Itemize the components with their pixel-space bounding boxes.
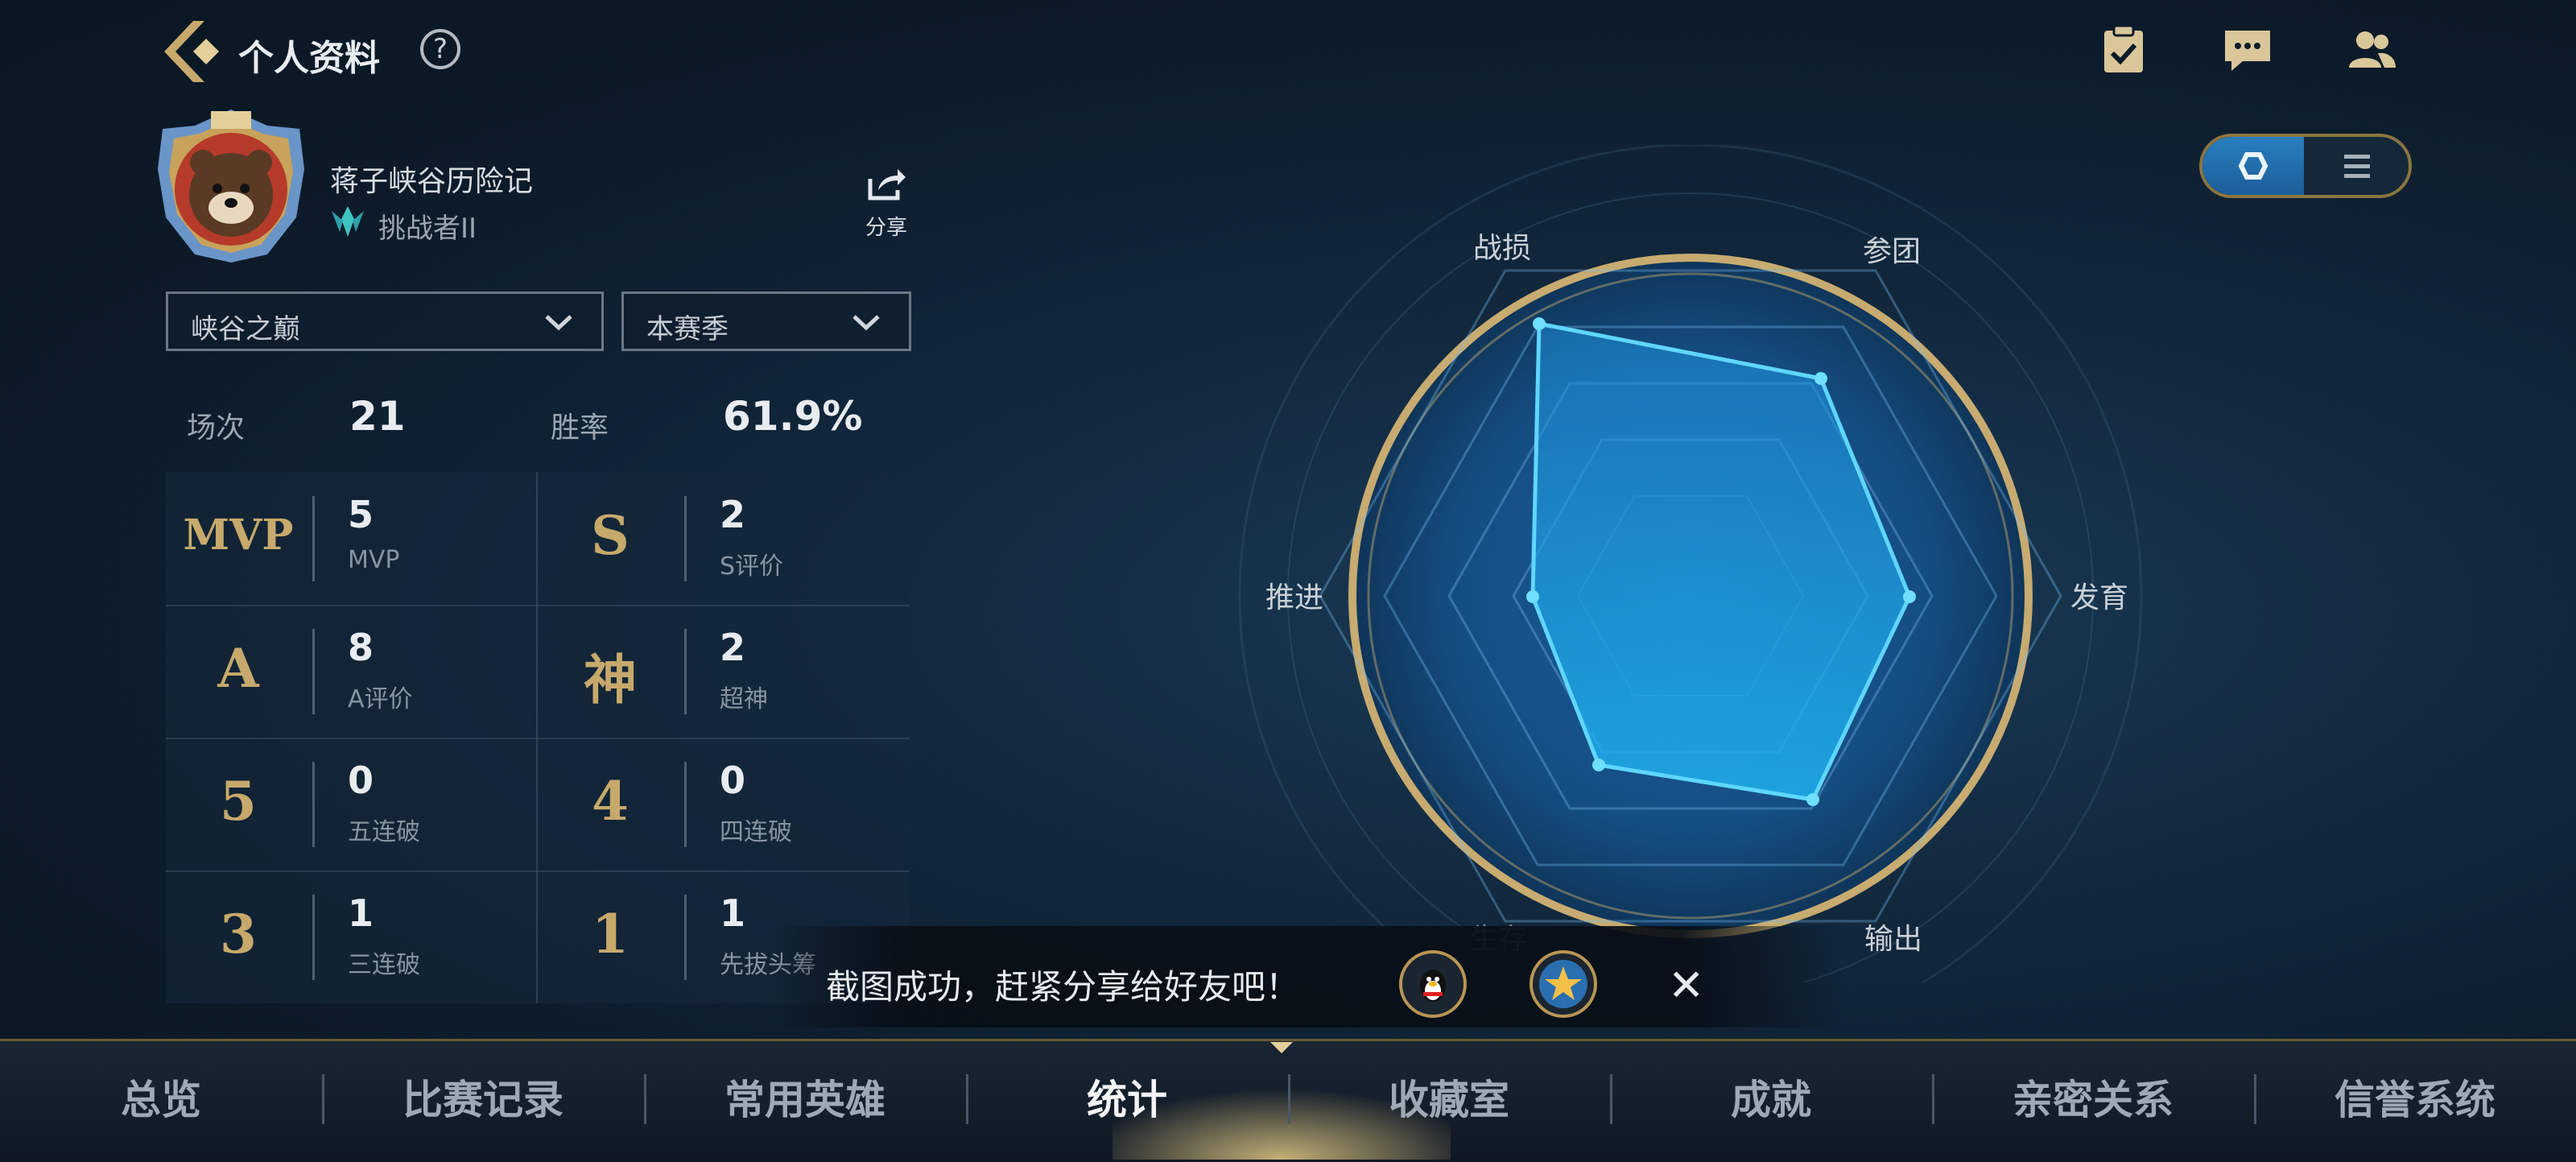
stat-label: 三连破	[348, 951, 420, 979]
share-button[interactable]: 分享	[860, 166, 913, 243]
avatar[interactable]	[147, 105, 316, 266]
share-qq-button[interactable]	[1399, 950, 1467, 1018]
close-icon[interactable]: ✕	[1668, 960, 1704, 1011]
share-label: 分享	[865, 216, 907, 240]
list-icon	[2344, 155, 2370, 178]
mvp-badge: MVP	[183, 511, 294, 560]
share-icon	[868, 169, 906, 201]
stat-value: 2	[720, 493, 746, 536]
tab-match-history[interactable]: 比赛记录	[322, 1052, 644, 1148]
mode-dropdown-value: 峡谷之巅	[191, 313, 300, 345]
task-checklist-icon[interactable]	[2098, 24, 2149, 76]
tab-collection[interactable]: 收藏室	[1288, 1052, 1610, 1148]
stat-value: 5	[348, 493, 374, 536]
page-title: 个人资料	[238, 38, 380, 79]
username: 蒋子峡谷历险记	[330, 165, 534, 198]
radar-chart: 战损 参团 发育 输出 生存 推进	[1238, 145, 2143, 982]
chat-icon[interactable]	[2222, 24, 2273, 76]
stat-value: 1	[348, 891, 374, 935]
penta-badge: 5	[220, 770, 257, 833]
stat-cell-penta: 5 0 五连破	[166, 738, 536, 870]
axis-label: 发育	[2070, 581, 2128, 614]
season-dropdown[interactable]: 本赛季	[621, 292, 911, 351]
star-icon	[1539, 960, 1587, 1008]
radar-view-button[interactable]	[2202, 137, 2304, 195]
stat-cell-s: S 2 S评价	[538, 472, 908, 605]
stat-cell-mvp: MVP 5 MVP	[166, 472, 536, 605]
stat-value: 0	[720, 759, 746, 802]
tab-frequent-heroes[interactable]: 常用英雄	[644, 1052, 966, 1148]
share-favorite-button[interactable]	[1530, 950, 1597, 1018]
tab-intimacy[interactable]: 亲密关系	[1932, 1052, 2254, 1148]
rank-icon	[332, 206, 364, 237]
help-icon[interactable]: ?	[420, 29, 460, 69]
chevron-down-icon	[545, 315, 572, 331]
axis-label: 战损	[1473, 232, 1531, 265]
rank-label: 挑战者II	[378, 213, 477, 245]
stat-label: 五连破	[348, 818, 420, 846]
winrate-value: 61.9%	[723, 393, 863, 440]
mode-dropdown[interactable]: 峡谷之巅	[166, 292, 604, 351]
stat-value: 1	[720, 891, 746, 935]
season-dropdown-value: 本赛季	[646, 313, 729, 345]
tab-achievements[interactable]: 成就	[1610, 1052, 1932, 1148]
stat-value: 2	[720, 626, 746, 669]
stat-label: 超神	[720, 685, 768, 713]
stat-cell-a: A 8 A评价	[166, 605, 536, 738]
quadra-badge: 4	[592, 770, 629, 833]
stat-label: S评价	[720, 552, 784, 581]
firstblood-badge: 1	[592, 903, 629, 966]
view-toggle[interactable]	[2199, 134, 2412, 198]
godlike-badge: 神	[584, 648, 637, 711]
winrate-label: 胜率	[551, 411, 609, 445]
stat-cell-quadra: 4 0 四连破	[538, 738, 908, 870]
s-badge: S	[591, 504, 630, 567]
stat-value: 0	[348, 759, 374, 802]
friends-icon[interactable]	[2346, 24, 2397, 76]
hexagon-icon	[2238, 152, 2268, 180]
triple-badge: 3	[220, 903, 257, 966]
back-icon[interactable]	[158, 18, 222, 85]
toast-message: 截图成功，赶紧分享给好友吧！	[826, 967, 1300, 1007]
tab-overview[interactable]: 总览	[0, 1052, 322, 1148]
stat-value: 8	[348, 626, 374, 669]
stat-label: MVP	[348, 546, 400, 574]
chevron-down-icon	[852, 315, 880, 331]
stat-label: A评价	[348, 685, 413, 713]
stat-cell-triple: 3 1 三连破	[166, 870, 536, 1003]
stats-grid: MVP 5 MVP S 2 S评价 A 8 A评价 神 2 超神 5 0 五连破…	[166, 472, 910, 1003]
qq-penguin-icon	[1420, 970, 1446, 1002]
tab-credit-system[interactable]: 信誉系统	[2254, 1052, 2576, 1148]
games-value: 21	[349, 393, 406, 440]
games-label: 场次	[187, 411, 246, 445]
a-badge: A	[217, 637, 259, 700]
axis-label: 推进	[1265, 581, 1323, 614]
stat-cell-godlike: 神 2 超神	[538, 605, 908, 738]
list-view-button[interactable]	[2304, 137, 2409, 195]
axis-label: 参团	[1863, 235, 1921, 268]
axis-label: 输出	[1864, 923, 1922, 956]
stat-label: 四连破	[720, 818, 792, 846]
tab-statistics[interactable]: 统计	[966, 1052, 1288, 1148]
